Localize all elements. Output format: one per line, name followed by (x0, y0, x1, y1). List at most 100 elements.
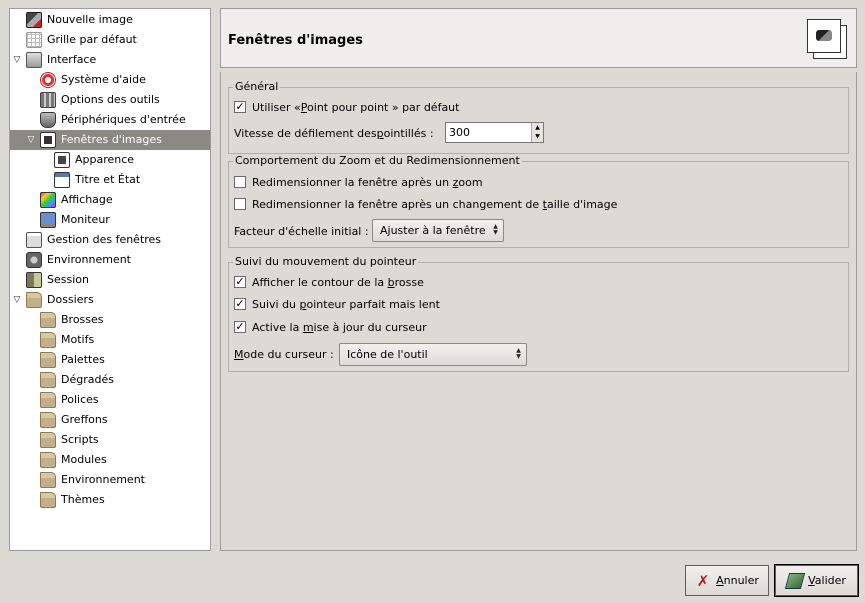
check-mark-icon[interactable]: ✓ (234, 321, 246, 333)
resize-on-change-checkbox[interactable]: Redimensionner la fenêtre après un chang… (234, 194, 617, 214)
cursor-mode-combo[interactable]: Icône de l'outil ▲ ▼ (339, 343, 527, 366)
tree-item[interactable]: Moniteur (10, 210, 210, 230)
folder-icon (40, 332, 56, 348)
tree-item[interactable]: Palettes (10, 350, 210, 370)
cancel-button-label: Annuler (716, 574, 759, 587)
tree-item[interactable]: ▽ Fenêtres d'images (10, 130, 210, 150)
ok-button[interactable]: Valider (775, 565, 858, 596)
tree-item-label: Moniteur (61, 213, 110, 226)
tree-item[interactable]: Scripts (10, 430, 210, 450)
image-windows-icon (40, 132, 56, 148)
new-image-icon (26, 12, 42, 28)
initial-zoom-combo[interactable]: Ajuster à la fenêtre ▲ ▼ (372, 219, 504, 242)
tree-item[interactable]: Apparence (10, 150, 210, 170)
marching-ants-speed-value: 300 (449, 126, 470, 139)
folder-icon (40, 452, 56, 468)
dot-for-dot-label: Utiliser «Point pour point » par défaut (252, 100, 460, 114)
cancel-x-icon: ✗ (696, 571, 710, 590)
tree-item[interactable]: Affichage (10, 190, 210, 210)
preferences-tree[interactable]: Nouvelle image Grille par défaut ▽ Interfac… (9, 8, 211, 551)
appearance-icon (54, 152, 70, 168)
check-mark-icon[interactable]: ✓ (234, 298, 246, 310)
expander-triangle-icon[interactable]: ▽ (12, 295, 22, 305)
page-header: Fenêtres d'images (220, 8, 857, 68)
dot-for-dot-checkbox[interactable]: ✓ Utiliser «Point pour point » par défau… (234, 97, 459, 117)
tree-item[interactable]: Gestion des fenêtres (10, 230, 210, 250)
tree-item-label: Options des outils (61, 93, 160, 106)
title-status-icon (54, 172, 70, 188)
pointer-tracking-frame: Suivi du mouvement du pointeur ✓ Affiche… (228, 255, 849, 372)
tree-item-label: Apparence (75, 153, 135, 166)
tree-item[interactable]: Grille par défaut (10, 30, 210, 50)
tree-item-label: Gestion des fenêtres (47, 233, 162, 246)
pointer-frame-title: Suivi du mouvement du pointeur (233, 255, 419, 268)
spin-arrows-icon[interactable]: ▲ ▼ (531, 123, 543, 142)
perfect-pointer-label: Suivi du pointeur parfait mais lent (252, 297, 440, 311)
tree-item-label: Thèmes (61, 493, 105, 506)
check-box-icon[interactable] (234, 176, 246, 188)
page-title: Fenêtres d'images (228, 33, 363, 48)
combo-arrows-icon: ▲ ▼ (493, 223, 498, 236)
tool-options-icon (40, 92, 56, 108)
cursor-mode-value: Icône de l'outil (347, 348, 428, 361)
initial-zoom-label: Facteur d'échelle initial : (234, 224, 369, 238)
tree-item[interactable]: Nouvelle image (10, 10, 210, 30)
display-icon (40, 192, 56, 208)
tree-item[interactable]: Thèmes (10, 490, 210, 510)
tree-item-label: Périphériques d'entrée (61, 113, 186, 126)
check-mark-icon[interactable]: ✓ (234, 276, 246, 288)
window-management-icon (26, 232, 42, 248)
folder-icon (40, 432, 56, 448)
expander-triangle-icon[interactable]: ▽ (12, 55, 22, 65)
tree-item-label: Système d'aide (61, 73, 146, 86)
tree-item[interactable]: Brosses (10, 310, 210, 330)
tree-item-label: Motifs (61, 333, 95, 346)
cursor-update-label: Active la mise à jour du curseur (252, 320, 427, 334)
tree-item-label: Grille par défaut (47, 33, 137, 46)
monitor-icon (40, 212, 56, 228)
folder-icon (40, 412, 56, 428)
tree-item-label: Dégradés (61, 373, 114, 386)
tree-item[interactable]: Titre et État (10, 170, 210, 190)
tree-item[interactable]: Périphériques d'entrée (10, 110, 210, 130)
folder-icon (40, 472, 56, 488)
marching-ants-label: Vitesse de défilement des p ointillés : (234, 126, 434, 140)
tree-item-label: Session (47, 273, 89, 286)
cursor-mode-label: Mode du curseur : (234, 347, 334, 361)
marching-ants-speed-spinner[interactable]: 300 ▲ ▼ (445, 122, 544, 143)
cursor-update-checkbox[interactable]: ✓ Active la mise à jour du curseur (234, 317, 427, 337)
tree-item[interactable]: Modules (10, 450, 210, 470)
tree-item-label: Greffons (61, 413, 108, 426)
tree-item-label: Palettes (61, 353, 105, 366)
brush-outline-checkbox[interactable]: ✓ Afficher le contour de la brosse (234, 272, 424, 292)
resize-on-zoom-label: Redimensionner la fenêtre après un zoom (252, 175, 483, 189)
tree-item[interactable]: Environnement (10, 470, 210, 490)
tree-item[interactable]: ▽ Dossiers (10, 290, 210, 310)
tree-item-label: Dossiers (47, 293, 94, 306)
tree-item[interactable]: Dégradés (10, 370, 210, 390)
folder-icon (40, 352, 56, 368)
tree-item[interactable]: ▽ Interface (10, 50, 210, 70)
tree-item[interactable]: Greffons (10, 410, 210, 430)
check-mark-icon[interactable]: ✓ (234, 101, 246, 113)
tree-item-label: Nouvelle image (47, 13, 133, 26)
perfect-pointer-checkbox[interactable]: ✓ Suivi du pointeur parfait mais lent (234, 294, 440, 314)
grid-icon (26, 32, 42, 48)
input-devices-icon (40, 112, 56, 128)
tree-item[interactable]: Options des outils (10, 90, 210, 110)
tree-item[interactable]: Environnement (10, 250, 210, 270)
expander-triangle-icon[interactable]: ▽ (26, 135, 36, 145)
tree-item[interactable]: Motifs (10, 330, 210, 350)
check-box-icon[interactable] (234, 198, 246, 210)
initial-zoom-value: Ajuster à la fenêtre (380, 224, 486, 237)
folders-icon (26, 292, 42, 308)
resize-on-zoom-checkbox[interactable]: Redimensionner la fenêtre après un zoom (234, 172, 483, 192)
session-icon (26, 272, 42, 288)
cancel-button[interactable]: ✗ Annuler (685, 565, 769, 596)
tree-item[interactable]: Polices (10, 390, 210, 410)
tree-item[interactable]: Système d'aide (10, 70, 210, 90)
tree-item[interactable]: Session (10, 270, 210, 290)
tree-item-label: Interface (47, 53, 97, 66)
zoom-frame-title: Comportement du Zoom et du Redimensionne… (233, 154, 522, 167)
ok-check-icon (784, 572, 806, 589)
